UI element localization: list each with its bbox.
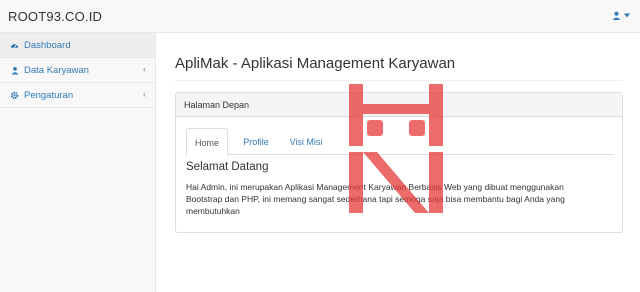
top-navbar: ROOT93.CO.ID: [0, 0, 640, 33]
caret-down-icon: [624, 13, 630, 18]
dashboard-icon: [10, 41, 19, 50]
sidebar-item-label: Data Karyawan: [24, 64, 89, 76]
gear-icon: [10, 91, 19, 100]
sidebar-item-data-karyawan[interactable]: Data Karyawan ‹: [0, 58, 155, 83]
tab-home[interactable]: Home: [186, 128, 228, 156]
user-menu-toggle[interactable]: [612, 11, 630, 20]
sidebar-item-label: Dashboard: [24, 39, 71, 51]
user-icon: [612, 11, 621, 20]
sidebar-item-label: Pengaturan: [24, 89, 74, 101]
sidebar-item-pengaturan[interactable]: Pengaturan ‹: [0, 83, 155, 108]
watermark-logo: [347, 84, 445, 213]
chevron-left-icon: ‹: [143, 64, 146, 74]
sidebar-item-dashboard[interactable]: Dashboard: [0, 33, 155, 58]
user-icon: [10, 66, 19, 75]
tab-visi-misi[interactable]: Visi Misi: [284, 128, 328, 155]
divider: [175, 80, 623, 81]
tab-profile[interactable]: Profile: [235, 128, 277, 155]
page-title: ApliMak - Aplikasi Management Karyawan: [175, 55, 456, 72]
welcome-heading: Selamat Datang: [186, 161, 269, 173]
brand-link[interactable]: ROOT93.CO.ID: [8, 9, 102, 24]
sidebar: Dashboard Data Karyawan ‹ Pengaturan ‹: [0, 33, 156, 292]
chevron-left-icon: ‹: [143, 89, 146, 99]
